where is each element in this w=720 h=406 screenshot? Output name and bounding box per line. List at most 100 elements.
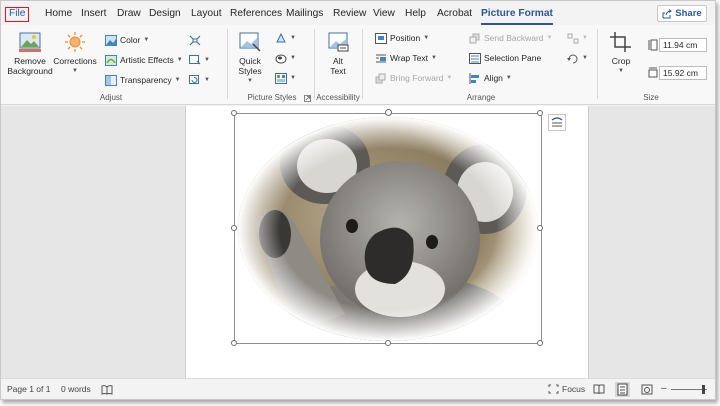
quick-styles-icon xyxy=(239,32,261,52)
rotation-handle[interactable] xyxy=(385,109,392,116)
crop-icon xyxy=(610,32,631,52)
chevron-down-icon: ▼ xyxy=(430,55,437,61)
read-mode-icon[interactable] xyxy=(593,384,605,395)
transparency-icon xyxy=(105,74,117,86)
change-picture-button[interactable]: ▼ xyxy=(189,53,210,67)
remove-background-icon xyxy=(19,32,41,52)
tab-view[interactable]: View xyxy=(371,6,397,21)
bring-forward-icon xyxy=(375,73,386,83)
zoom-slider-thumb[interactable] xyxy=(702,385,705,394)
selection-pane-button[interactable]: Selection Pane xyxy=(469,51,541,65)
compress-pictures-button[interactable] xyxy=(189,33,201,47)
artistic-effects-button[interactable]: Artistic Effects ▼ xyxy=(105,53,183,67)
alt-text-icon xyxy=(328,32,349,52)
document-canvas xyxy=(1,106,715,378)
accessibility-group-label: Accessibility xyxy=(316,93,360,102)
layout-options-button[interactable] xyxy=(548,114,566,131)
reset-picture-button[interactable]: ▼ xyxy=(189,73,210,87)
alt-text-label: Alt Text xyxy=(330,56,346,76)
change-picture-icon xyxy=(189,54,201,64)
picture-border-button[interactable]: ▼ xyxy=(275,31,296,45)
alt-text-button[interactable]: Alt Text xyxy=(321,31,355,76)
chevron-down-icon: ▼ xyxy=(505,75,512,81)
tab-insert[interactable]: Insert xyxy=(79,6,108,21)
chevron-down-icon: ▼ xyxy=(582,35,588,41)
group-separator xyxy=(597,29,598,99)
wrap-text-button[interactable]: Wrap Text ▼ xyxy=(375,51,437,65)
group-separator xyxy=(227,29,228,99)
crop-button[interactable]: Crop ▼ xyxy=(605,31,637,76)
share-icon xyxy=(662,8,673,18)
chevron-down-icon: ▼ xyxy=(582,55,588,61)
group-objects-button[interactable]: ▼ xyxy=(567,31,588,45)
remove-background-label: Remove Background xyxy=(7,56,53,76)
resize-handle[interactable] xyxy=(231,110,237,116)
rotate-button[interactable]: ▼ xyxy=(567,51,588,65)
picture-effects-button[interactable]: ▼ xyxy=(275,51,296,65)
tab-design[interactable]: Design xyxy=(147,6,183,21)
word-window: File Home Insert Draw Design Layout Refe… xyxy=(0,0,716,400)
position-button[interactable]: Position ▼ xyxy=(375,31,429,45)
send-backward-button[interactable]: Send Backward ▼ xyxy=(469,31,553,45)
page-count[interactable]: Page 1 of 1 xyxy=(7,384,50,394)
corrections-button[interactable]: Corrections ▼ xyxy=(53,31,97,76)
transparency-button[interactable]: Transparency ▼ xyxy=(105,73,181,87)
tab-acrobat[interactable]: Acrobat xyxy=(435,6,474,21)
tab-draw[interactable]: Draw xyxy=(115,6,143,21)
focus-button[interactable]: Focus xyxy=(548,384,585,394)
resize-handle[interactable] xyxy=(385,340,391,346)
word-count[interactable]: 0 words xyxy=(61,384,91,394)
tab-review[interactable]: Review xyxy=(331,6,368,21)
artistic-effects-icon xyxy=(105,54,117,66)
quick-styles-button[interactable]: Quick Styles ▼ xyxy=(233,31,267,86)
resize-handle[interactable] xyxy=(537,225,543,231)
corrections-sun-icon xyxy=(65,32,85,52)
ribbon: Remove Background Corrections ▼ Color▼ xyxy=(1,25,715,105)
chevron-down-icon: ▼ xyxy=(72,68,78,74)
web-layout-icon[interactable] xyxy=(641,384,653,395)
tab-home[interactable]: Home xyxy=(43,6,74,21)
zoom-out-button[interactable]: – xyxy=(661,383,667,394)
chevron-down-icon: ▼ xyxy=(176,57,183,63)
shape-width-input[interactable]: 15.92 cm xyxy=(659,66,707,80)
wrap-text-icon xyxy=(376,54,386,62)
resize-handle[interactable] xyxy=(537,340,543,346)
height-icon xyxy=(648,39,658,51)
dialog-launcher-icon[interactable] xyxy=(304,95,311,102)
bring-forward-button[interactable]: Bring Forward ▼ xyxy=(375,71,452,85)
arrange-group-label: Arrange xyxy=(466,93,496,102)
tab-layout[interactable]: Layout xyxy=(189,6,224,21)
resize-handle[interactable] xyxy=(231,225,237,231)
size-group-label: Size xyxy=(643,93,659,102)
chevron-down-icon: ▼ xyxy=(290,75,296,81)
read-aloud-book-icon[interactable] xyxy=(101,384,113,395)
resize-handle[interactable] xyxy=(537,110,543,116)
tab-file[interactable]: File xyxy=(5,7,30,22)
tab-mailings[interactable]: Mailings xyxy=(284,6,325,21)
crop-label: Crop xyxy=(611,56,631,66)
tab-references[interactable]: References xyxy=(228,6,284,21)
align-label: Align xyxy=(484,73,503,83)
remove-background-button[interactable]: Remove Background xyxy=(7,31,53,76)
send-backward-icon xyxy=(469,33,480,43)
tab-help[interactable]: Help xyxy=(403,6,428,21)
picture-styles-group-label: Picture Styles xyxy=(247,93,297,102)
selected-picture[interactable] xyxy=(231,109,543,346)
share-button[interactable]: Share xyxy=(657,5,707,22)
picture-layout-button[interactable]: ▼ xyxy=(275,71,296,85)
wrap-text-label: Wrap Text xyxy=(390,53,428,63)
color-button[interactable]: Color ▼ xyxy=(105,33,149,47)
picture-border-icon xyxy=(276,32,286,42)
bring-forward-label: Bring Forward xyxy=(390,73,444,83)
print-layout-button[interactable] xyxy=(615,382,630,397)
tab-picture-format[interactable]: Picture Format xyxy=(479,6,555,25)
picture-layout-icon xyxy=(275,72,287,84)
resize-handle[interactable] xyxy=(231,340,237,346)
chevron-down-icon: ▼ xyxy=(618,68,624,74)
shape-height-input[interactable]: 11.94 cm xyxy=(659,38,707,52)
document-page[interactable] xyxy=(185,106,589,378)
align-button[interactable]: Align ▼ xyxy=(469,71,512,85)
position-label: Position xyxy=(390,33,421,43)
print-layout-icon xyxy=(617,383,628,396)
group-separator xyxy=(362,29,363,99)
